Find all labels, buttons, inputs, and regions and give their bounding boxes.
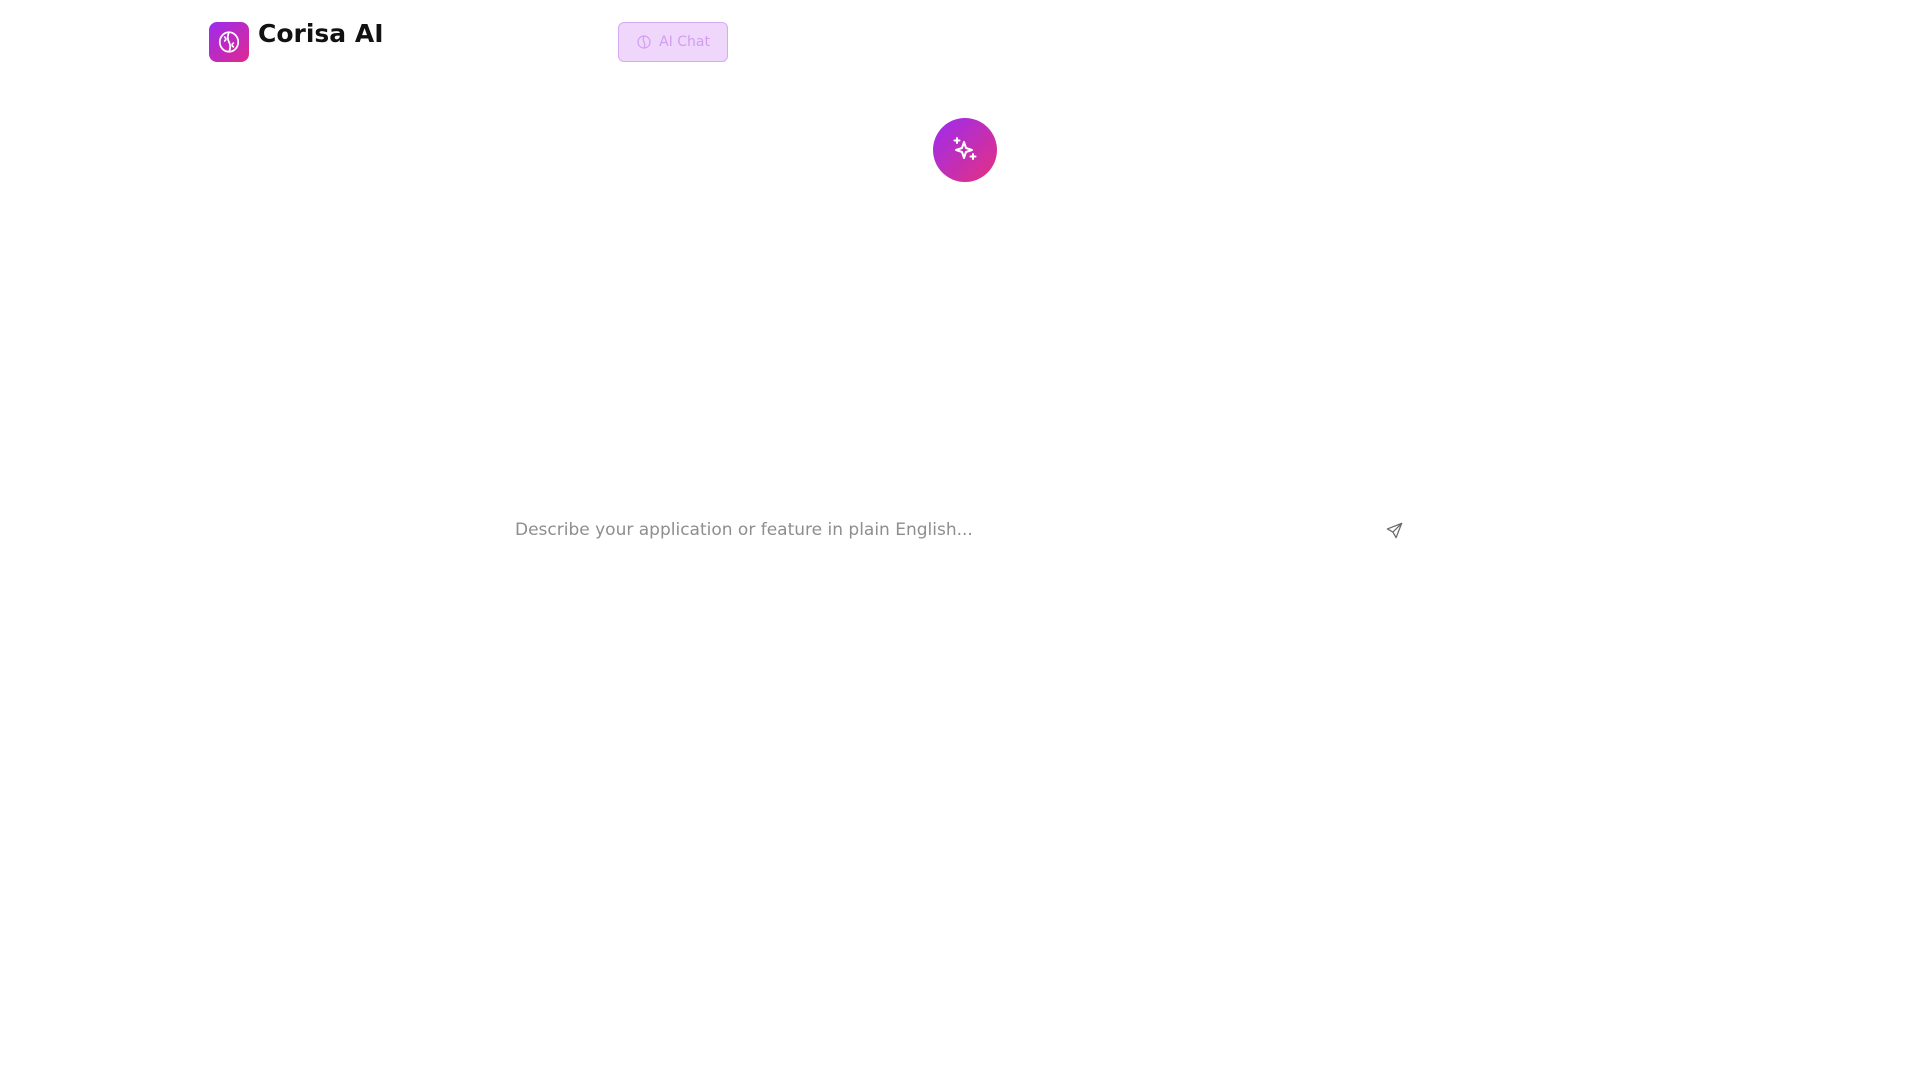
prompt-input[interactable] [500, 510, 1376, 550]
brain-icon [637, 35, 651, 49]
brain-icon [209, 22, 249, 62]
send-button[interactable] [1376, 512, 1412, 548]
prompt-bar [500, 510, 1420, 550]
app-page: Corisa AI AI Chat [0, 0, 1920, 1080]
tab-ai-chat[interactable]: AI Chat [618, 22, 728, 62]
app-title: Corisa AI [258, 19, 384, 48]
tab-ai-chat-label: AI Chat [659, 34, 710, 50]
sparkles-icon [933, 118, 997, 182]
brand[interactable]: Corisa AI [209, 19, 384, 62]
send-icon [1386, 522, 1402, 538]
